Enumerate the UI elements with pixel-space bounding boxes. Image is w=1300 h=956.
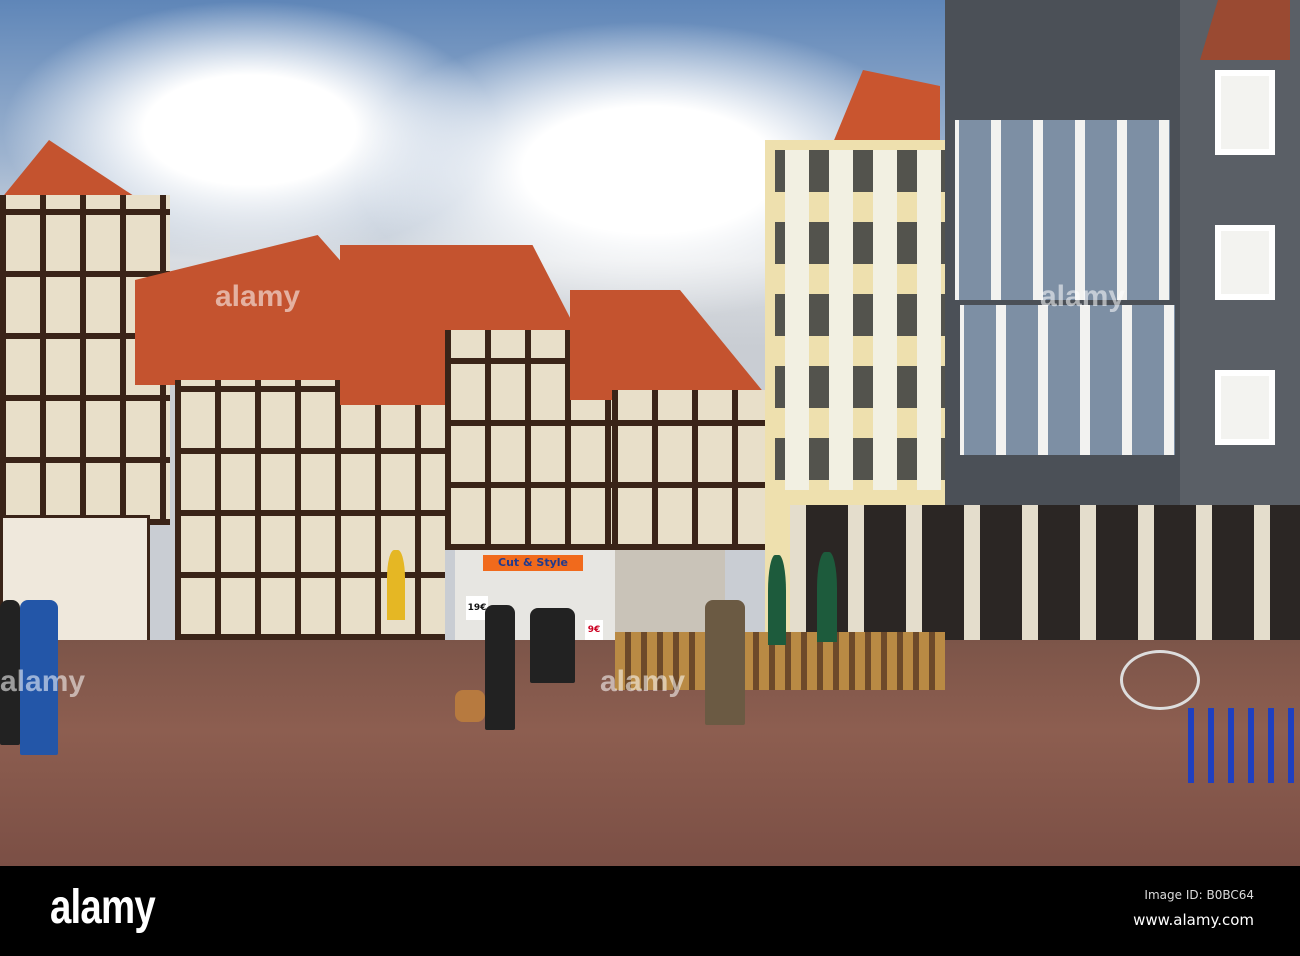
town-square-photo: Cut & Style 19€ 9€ alamy alamy alamy ala… [0,0,1300,866]
windows [955,120,1170,300]
window [1215,370,1275,445]
image-id: Image ID: B0BC64 [1144,888,1254,902]
umbrella [768,555,786,645]
half-timbered-house [612,390,772,550]
footer-bar: alamy Image ID: B0BC64 www.alamy.com [0,866,1300,956]
watermark: alamy [0,665,86,698]
price-sign: 9€ [585,620,603,640]
person [705,600,745,725]
windows [775,150,950,490]
window [1215,225,1275,300]
umbrella [817,552,837,642]
bicycle [1120,650,1200,710]
window [1215,70,1275,155]
alamy-logo: alamy [50,881,156,934]
umbrella [387,550,405,620]
dog [455,690,485,722]
watermark: alamy [215,280,301,313]
watermark: alamy [1040,280,1126,313]
person [485,605,515,730]
shop-sign: Cut & Style [483,555,583,571]
person [530,608,575,683]
blue-chairs [1188,708,1300,783]
website-url[interactable]: www.alamy.com [1133,911,1254,929]
watermark: alamy [600,665,686,698]
windows [960,305,1175,455]
